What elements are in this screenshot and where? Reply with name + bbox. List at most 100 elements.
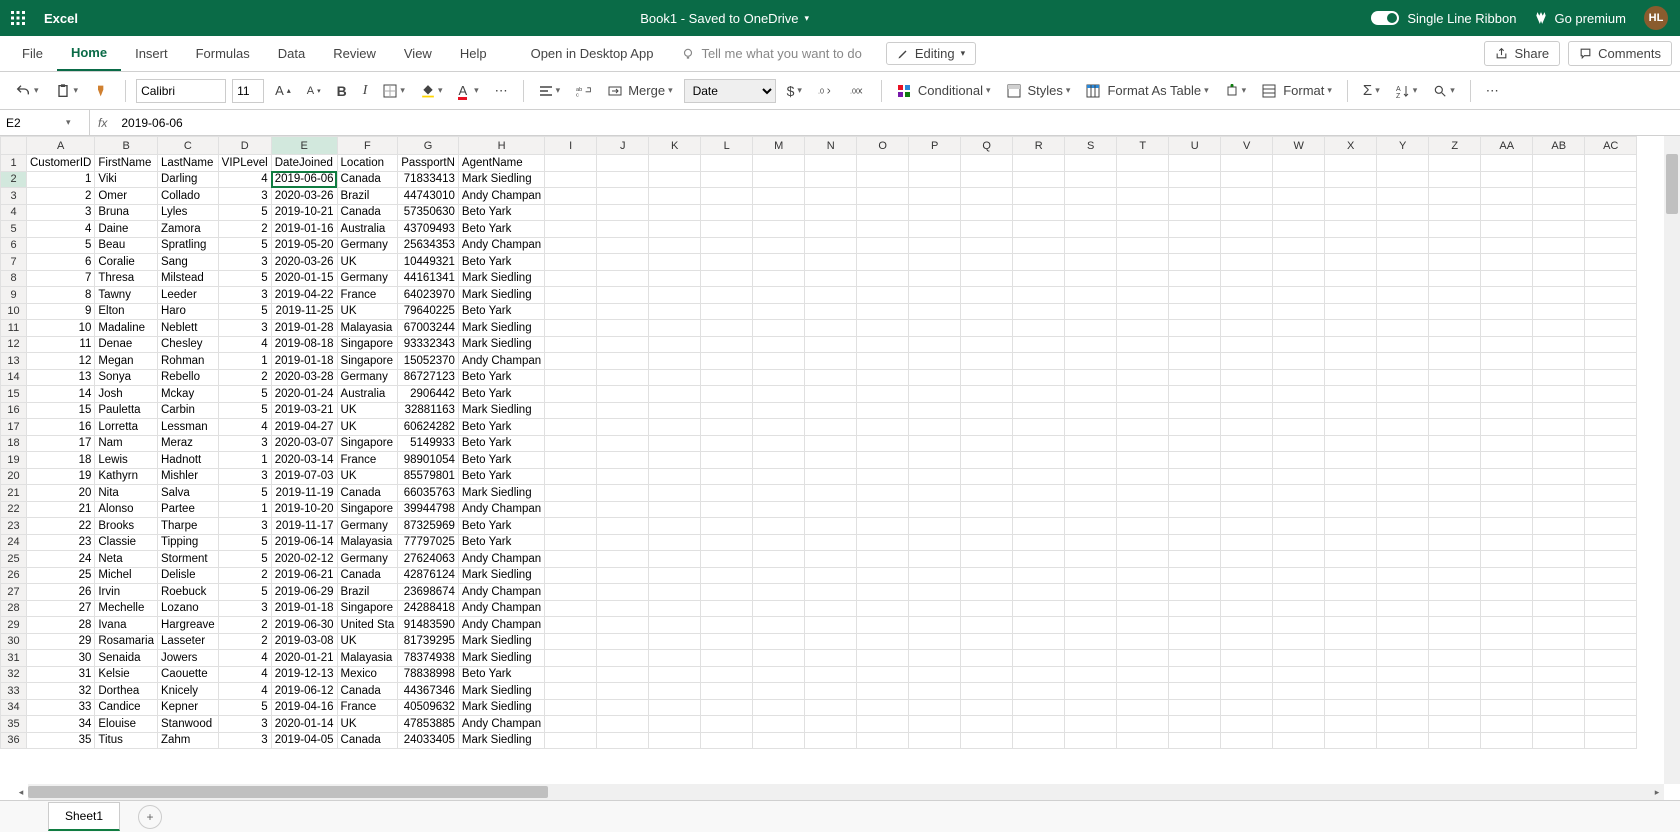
cell[interactable] <box>1377 287 1429 304</box>
cell[interactable]: Andy Champan <box>458 188 544 205</box>
cell[interactable] <box>961 221 1013 238</box>
cell[interactable] <box>753 303 805 320</box>
cell[interactable]: Alonso <box>95 501 158 518</box>
cell[interactable]: Canada <box>337 171 398 188</box>
cell[interactable] <box>961 402 1013 419</box>
cell[interactable] <box>805 353 857 370</box>
cell[interactable] <box>1117 369 1169 386</box>
cell[interactable] <box>1481 633 1533 650</box>
cell[interactable]: LastName <box>157 155 218 172</box>
cell[interactable] <box>1325 716 1377 733</box>
cell[interactable]: Classie <box>95 534 158 551</box>
cell[interactable] <box>1065 683 1117 700</box>
cell[interactable] <box>805 237 857 254</box>
cell[interactable]: Tawny <box>95 287 158 304</box>
cell[interactable]: Mark Siedling <box>458 320 544 337</box>
cell[interactable]: 2020-01-14 <box>271 716 337 733</box>
cell[interactable] <box>961 534 1013 551</box>
cell[interactable]: UK <box>337 303 398 320</box>
cell[interactable] <box>597 567 649 584</box>
cell[interactable] <box>1273 369 1325 386</box>
cell[interactable] <box>1117 633 1169 650</box>
cell[interactable]: 5 <box>218 584 271 601</box>
cell[interactable] <box>1325 171 1377 188</box>
cell[interactable] <box>1481 699 1533 716</box>
cell[interactable] <box>545 287 597 304</box>
cell[interactable] <box>1533 402 1585 419</box>
cell[interactable]: 2019-07-03 <box>271 468 337 485</box>
cell[interactable] <box>1273 435 1325 452</box>
cell[interactable] <box>1221 435 1273 452</box>
cell[interactable]: Roebuck <box>157 584 218 601</box>
row-header[interactable]: 27 <box>1 584 27 601</box>
cell[interactable]: 44161341 <box>398 270 459 287</box>
fill-color-button[interactable]: ▾ <box>416 79 448 103</box>
cell[interactable]: 31 <box>27 666 95 683</box>
cell[interactable] <box>1065 402 1117 419</box>
cell[interactable] <box>1325 353 1377 370</box>
cell[interactable] <box>649 452 701 469</box>
cell[interactable] <box>909 336 961 353</box>
cell[interactable] <box>805 369 857 386</box>
cell[interactable] <box>1533 386 1585 403</box>
cell[interactable] <box>1325 270 1377 287</box>
cell[interactable] <box>1377 320 1429 337</box>
column-header[interactable]: G <box>398 137 459 155</box>
cell[interactable]: 2019-06-14 <box>271 534 337 551</box>
cell[interactable] <box>805 419 857 436</box>
cell[interactable] <box>701 567 753 584</box>
cell[interactable] <box>1221 171 1273 188</box>
cell[interactable] <box>1013 501 1065 518</box>
cell[interactable] <box>1221 386 1273 403</box>
cell[interactable] <box>1117 303 1169 320</box>
cell[interactable] <box>1169 617 1221 634</box>
cell[interactable] <box>753 254 805 271</box>
cell[interactable] <box>1585 584 1637 601</box>
cell[interactable] <box>1325 683 1377 700</box>
cell[interactable]: 2019-10-21 <box>271 204 337 221</box>
cell[interactable] <box>1117 485 1169 502</box>
cell[interactable] <box>1117 584 1169 601</box>
cell[interactable] <box>1481 435 1533 452</box>
cell[interactable] <box>857 287 909 304</box>
cell[interactable] <box>857 353 909 370</box>
cell[interactable] <box>857 435 909 452</box>
cell[interactable] <box>545 518 597 535</box>
cell[interactable] <box>857 732 909 749</box>
cell[interactable]: 93332343 <box>398 336 459 353</box>
cell[interactable]: 43709493 <box>398 221 459 238</box>
cell[interactable]: 30 <box>27 650 95 667</box>
cell[interactable] <box>961 287 1013 304</box>
cell[interactable] <box>649 518 701 535</box>
cell[interactable]: Beto Yark <box>458 386 544 403</box>
cell[interactable] <box>961 386 1013 403</box>
cell[interactable]: UK <box>337 468 398 485</box>
cell[interactable] <box>1377 551 1429 568</box>
cell[interactable] <box>1377 683 1429 700</box>
cell[interactable] <box>1117 699 1169 716</box>
cell[interactable] <box>857 386 909 403</box>
row-header[interactable]: 35 <box>1 716 27 733</box>
cell[interactable] <box>597 320 649 337</box>
cell[interactable] <box>545 600 597 617</box>
cell[interactable]: Zamora <box>157 221 218 238</box>
cell[interactable]: 17 <box>27 435 95 452</box>
autosum-button[interactable]: Σ▾ <box>1358 79 1385 103</box>
font-name-input[interactable] <box>136 79 226 103</box>
cell[interactable] <box>909 419 961 436</box>
cell[interactable] <box>1065 551 1117 568</box>
cell[interactable] <box>961 567 1013 584</box>
cell[interactable]: Brazil <box>337 188 398 205</box>
column-header[interactable]: Y <box>1377 137 1429 155</box>
cell[interactable]: Rebello <box>157 369 218 386</box>
cell[interactable] <box>1585 155 1637 172</box>
cell[interactable] <box>805 633 857 650</box>
cell[interactable] <box>649 650 701 667</box>
cell[interactable] <box>1533 303 1585 320</box>
cell[interactable] <box>857 369 909 386</box>
cell[interactable] <box>1481 402 1533 419</box>
cell[interactable] <box>1325 336 1377 353</box>
cell[interactable]: Kelsie <box>95 666 158 683</box>
cell[interactable] <box>1481 534 1533 551</box>
cell[interactable]: 5 <box>218 485 271 502</box>
